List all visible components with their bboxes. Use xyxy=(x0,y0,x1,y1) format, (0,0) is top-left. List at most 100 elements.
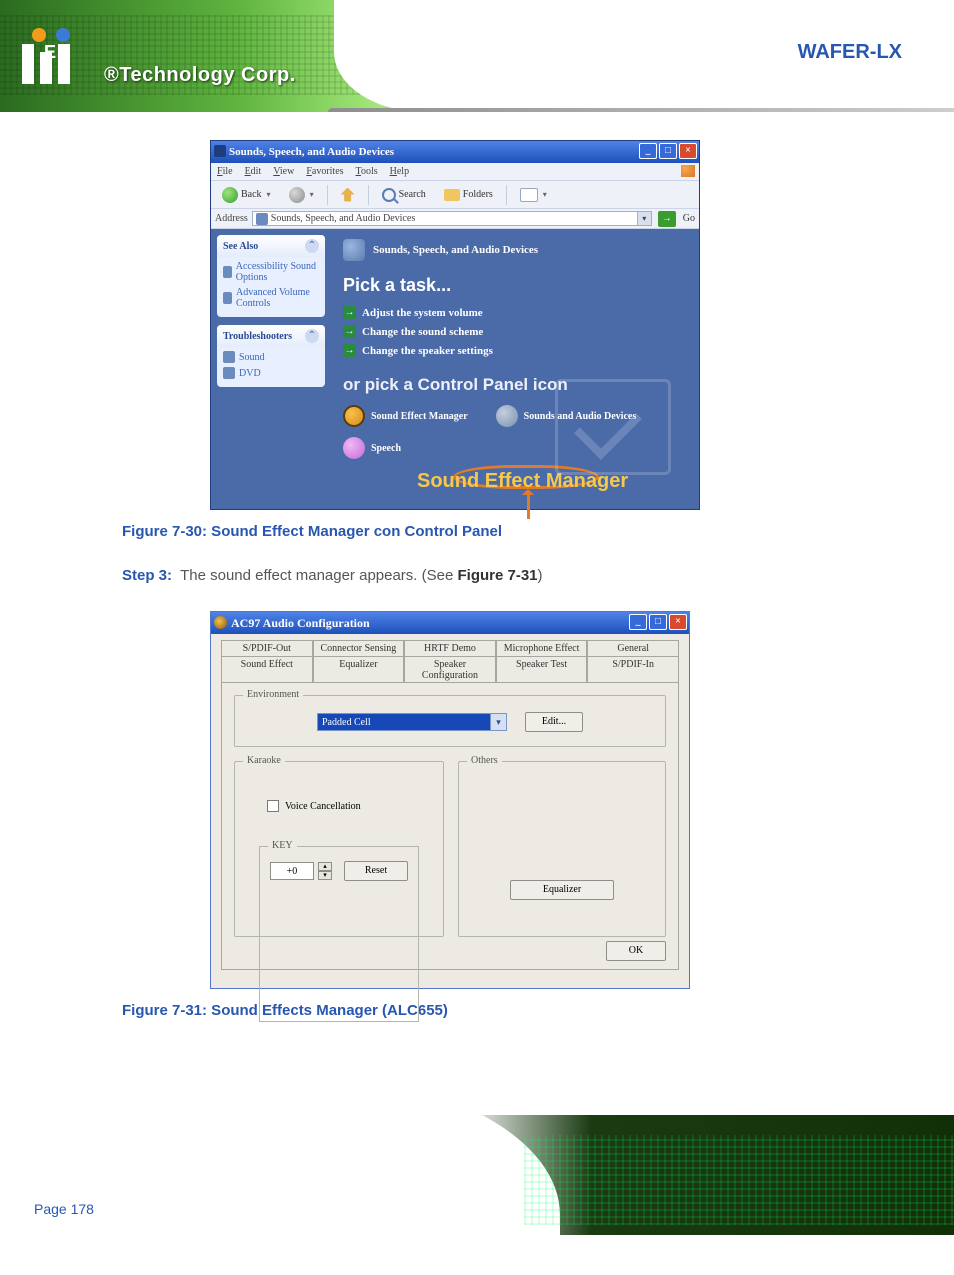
collapse-icon[interactable]: ⌃ xyxy=(305,239,319,253)
environment-legend: Environment xyxy=(243,689,303,700)
dropdown-icon[interactable]: ▾ xyxy=(490,714,506,730)
task-link[interactable]: →Change the sound scheme xyxy=(343,325,687,338)
ac97-dialog: AC97 Audio Configuration _ □ × S/PDIF-Ou… xyxy=(210,611,690,989)
key-up-button[interactable]: ▴ xyxy=(318,862,332,871)
ok-button[interactable]: OK xyxy=(606,941,666,961)
maximize-button[interactable]: □ xyxy=(659,143,677,159)
help-icon xyxy=(223,351,235,363)
task-link[interactable]: →Adjust the system volume xyxy=(343,306,687,319)
trouble-item[interactable]: DVD xyxy=(223,367,319,379)
tab-sound-effect[interactable]: Sound Effect xyxy=(221,656,313,683)
folders-icon xyxy=(444,189,460,201)
address-input[interactable]: Sounds, Speech, and Audio Devices ▾ xyxy=(252,211,652,226)
tab-spdif-out[interactable]: S/PDIF-Out xyxy=(221,640,313,656)
arrow-icon: → xyxy=(343,344,356,357)
sound-effect-manager-icon xyxy=(343,405,365,427)
close-button[interactable]: × xyxy=(669,614,687,630)
voice-cancellation-checkbox[interactable]: Voice Cancellation xyxy=(267,800,429,812)
views-button[interactable]: ▾ xyxy=(513,185,554,205)
menu-tools[interactable]: Tools xyxy=(356,163,378,180)
category-icon xyxy=(343,239,365,261)
tab-connector-sensing[interactable]: Connector Sensing xyxy=(313,640,405,656)
checkbox-icon xyxy=(267,800,279,812)
tab-general[interactable]: General xyxy=(587,640,679,656)
collapse-icon[interactable]: ⌃ xyxy=(305,329,319,343)
menu-view[interactable]: View xyxy=(273,163,294,180)
environment-group: Environment Padded Cell ▾ Edit... xyxy=(234,695,666,747)
tab-spdif-in[interactable]: S/PDIF-In xyxy=(587,656,679,683)
go-label: Go xyxy=(683,213,695,224)
menu-help[interactable]: Help xyxy=(390,163,409,180)
folders-button[interactable]: Folders xyxy=(437,186,500,204)
up-button[interactable] xyxy=(334,185,362,205)
forward-button[interactable]: ▾ xyxy=(282,184,321,206)
sound-effect-manager-link[interactable]: Sound Effect Manager xyxy=(343,405,468,427)
key-legend: KEY xyxy=(268,840,297,851)
others-group: Others Equalizer xyxy=(458,761,666,937)
page-footer: Page 178 xyxy=(0,1115,954,1235)
back-icon xyxy=(222,187,238,203)
key-down-button[interactable]: ▾ xyxy=(318,871,332,880)
close-button[interactable]: × xyxy=(679,143,697,159)
karaoke-legend: Karaoke xyxy=(243,755,285,766)
task-link[interactable]: →Change the speaker settings xyxy=(343,344,687,357)
see-also-item[interactable]: Accessibility Sound Options xyxy=(223,261,319,283)
forward-icon xyxy=(289,187,305,203)
environment-select[interactable]: Padded Cell ▾ xyxy=(317,713,507,731)
environment-value: Padded Cell xyxy=(322,717,371,728)
toolbar: Back▾ ▾ Search Folders ▾ xyxy=(211,181,699,209)
address-value: Sounds, Speech, and Audio Devices xyxy=(271,213,415,224)
sound-effect-panel: Environment Padded Cell ▾ Edit... Karaok… xyxy=(221,682,679,970)
speech-link[interactable]: Speech xyxy=(343,437,401,459)
window-icon xyxy=(214,145,226,157)
footer-curve xyxy=(0,1075,560,1275)
go-button[interactable]: → xyxy=(658,211,676,227)
key-input[interactable] xyxy=(270,862,314,880)
troubleshooters-box: Troubleshooters ⌃ Sound DVD xyxy=(217,325,325,387)
tab-equalizer[interactable]: Equalizer xyxy=(313,656,405,683)
tab-hrtf-demo[interactable]: HRTF Demo xyxy=(404,640,496,656)
arrow-icon: → xyxy=(343,306,356,319)
search-button[interactable]: Search xyxy=(375,185,433,205)
titlebar[interactable]: AC97 Audio Configuration _ □ × xyxy=(211,612,689,634)
product-name: WAFER-LX xyxy=(798,42,902,62)
menu-edit[interactable]: Edit xyxy=(245,163,262,180)
minimize-button[interactable]: _ xyxy=(639,143,657,159)
titlebar[interactable]: Sounds, Speech, and Audio Devices _ □ × xyxy=(211,141,699,163)
views-icon xyxy=(520,188,538,202)
address-icon xyxy=(256,213,268,225)
callout-arrow xyxy=(527,491,530,519)
menu-bar[interactable]: File Edit View Favorites Tools Help xyxy=(211,163,699,181)
edit-button[interactable]: Edit... xyxy=(525,712,583,732)
see-also-title: See Also xyxy=(223,241,258,252)
tab-speaker-test[interactable]: Speaker Test xyxy=(496,656,588,683)
window-icon xyxy=(214,616,227,629)
category-title: Sounds, Speech, and Audio Devices xyxy=(373,244,538,256)
arrow-icon: → xyxy=(343,325,356,338)
menu-file[interactable]: File xyxy=(217,163,233,180)
window-title: Sounds, Speech, and Audio Devices xyxy=(229,146,394,158)
trouble-item[interactable]: Sound xyxy=(223,351,319,363)
window-title: AC97 Audio Configuration xyxy=(231,616,370,630)
up-icon xyxy=(341,188,355,202)
minimize-button[interactable]: _ xyxy=(629,614,647,630)
item-icon xyxy=(223,292,232,304)
maximize-button[interactable]: □ xyxy=(649,614,667,630)
speech-icon xyxy=(343,437,365,459)
control-panel-window: Sounds, Speech, and Audio Devices _ □ × … xyxy=(210,140,700,510)
tab-microphone-effect[interactable]: Microphone Effect xyxy=(496,640,588,656)
tab-speaker-configuration[interactable]: Speaker Configuration xyxy=(404,656,496,683)
see-also-item[interactable]: Advanced Volume Controls xyxy=(223,287,319,309)
step-3-text: Step 3: The sound effect manager appears… xyxy=(122,566,954,586)
troubleshooters-title: Troubleshooters xyxy=(223,331,292,342)
main-panel: Sounds, Speech, and Audio Devices Pick a… xyxy=(331,229,699,509)
see-also-box: See Also ⌃ Accessibility Sound Options Ad… xyxy=(217,235,325,317)
figure-7-31: AC97 Audio Configuration _ □ × S/PDIF-Ou… xyxy=(210,611,954,989)
equalizer-button[interactable]: Equalizer xyxy=(510,880,614,900)
reset-button[interactable]: Reset xyxy=(344,861,408,881)
tab-row-1: S/PDIF-Out Connector Sensing HRTF Demo M… xyxy=(221,640,679,656)
menu-favorites[interactable]: Favorites xyxy=(306,163,343,180)
address-dropdown-icon[interactable]: ▾ xyxy=(637,212,651,225)
page-header: E ®Technology Corp. WAFER-LX xyxy=(0,0,954,112)
back-button[interactable]: Back▾ xyxy=(215,184,278,206)
